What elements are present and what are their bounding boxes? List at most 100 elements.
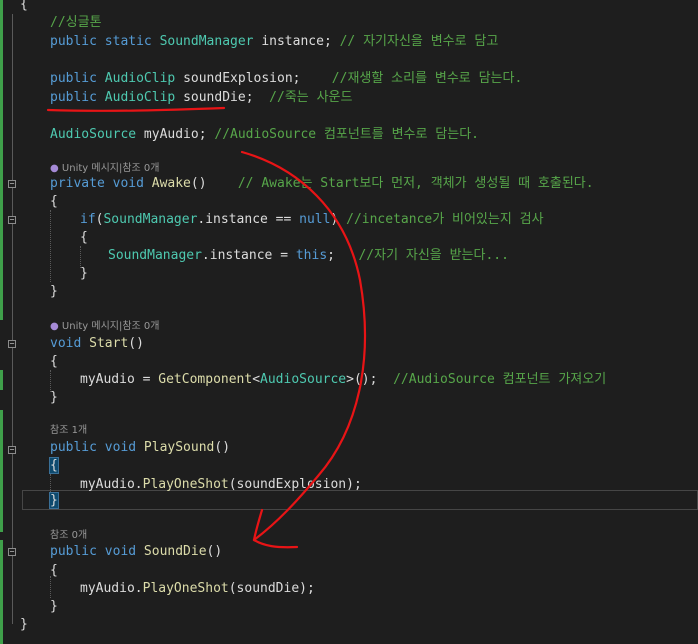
keyword: void xyxy=(50,336,90,351)
matched-brace: { xyxy=(49,457,59,474)
method-name: Start xyxy=(89,336,129,351)
codelens-references[interactable]: 참조 1개 xyxy=(50,424,87,438)
codelens-references[interactable]: ● Unity 메시지|참조 0개 xyxy=(50,320,160,334)
code-line[interactable]: { xyxy=(50,562,58,580)
codelens-text: Unity 메시지|참조 0개 xyxy=(61,321,160,332)
code-text: < xyxy=(252,372,261,387)
collapse-minus-icon[interactable]: − xyxy=(8,180,16,188)
annotation-arrowhead xyxy=(252,508,299,549)
code-line[interactable]: } xyxy=(50,598,58,616)
keyword: public void xyxy=(50,440,144,455)
code-line[interactable]: { xyxy=(49,457,59,475)
code-editor[interactable]: − − − − − { //싱글톤 public static SoundMan… xyxy=(0,0,698,644)
change-bar xyxy=(0,0,3,320)
type-name: SoundManager xyxy=(108,248,202,263)
code-text: ) xyxy=(330,212,347,227)
method-name: PlayOneShot xyxy=(142,581,229,596)
unity-dot-icon: ● xyxy=(50,163,59,174)
comment: //재생할 소리를 변수로 담는다. xyxy=(331,71,523,86)
code-line[interactable]: if(SoundManager.instance == null) //ince… xyxy=(80,211,544,229)
code-line[interactable]: } xyxy=(80,265,88,283)
annotation-underline xyxy=(46,106,226,112)
method-name: PlayOneShot xyxy=(142,477,229,492)
matched-brace: } xyxy=(49,492,59,509)
code-line[interactable]: myAudio.PlayOneShot(soundExplosion); xyxy=(80,476,362,494)
brace: { xyxy=(50,354,58,369)
codelens-references[interactable]: ● Unity 메시지|참조 0개 xyxy=(50,162,160,176)
collapse-minus-icon[interactable]: − xyxy=(8,446,16,454)
brace: { xyxy=(50,194,58,209)
brace: { xyxy=(20,0,28,12)
code-text: () xyxy=(206,544,223,559)
code-text: myAudio. xyxy=(80,581,143,596)
code-line[interactable]: } xyxy=(50,283,58,301)
change-bar xyxy=(0,370,3,390)
comment: //자기 자신을 받는다... xyxy=(358,248,509,263)
collapse-minus-icon[interactable]: − xyxy=(8,216,16,224)
code-text: () xyxy=(128,336,144,351)
brace: { xyxy=(80,230,88,245)
keyword: if xyxy=(80,212,96,227)
code-line[interactable]: public void PlaySound() xyxy=(50,439,230,457)
code-text: () xyxy=(190,176,238,191)
keyword: public xyxy=(50,90,105,105)
change-bar xyxy=(0,540,3,644)
comment: //incetance가 비어있는지 검사 xyxy=(346,212,544,227)
codelens-text: 참조 0개 xyxy=(50,530,88,541)
code-text: (soundDie); xyxy=(228,581,315,596)
brace: } xyxy=(50,284,58,299)
codelens-text: 참조 1개 xyxy=(50,425,88,436)
code-line[interactable]: SoundManager.instance = this; //자기 자신을 받… xyxy=(108,247,509,265)
keyword: public void xyxy=(50,544,144,559)
type-name: SoundManager xyxy=(159,34,254,49)
code-line[interactable]: AudioSource myAudio; //AudioSource 컴포넌트를… xyxy=(50,126,479,144)
code-line[interactable]: public static SoundManager instance; // … xyxy=(50,33,498,51)
indent-guide xyxy=(50,210,51,282)
method-name: GetComponent xyxy=(158,372,253,387)
code-line[interactable]: { xyxy=(50,353,58,371)
code-text: myAudio = xyxy=(80,372,159,387)
code-line[interactable]: void Start() xyxy=(50,335,144,353)
brace: } xyxy=(80,266,88,281)
code-line[interactable]: } xyxy=(20,616,28,634)
keyword: null xyxy=(299,212,331,227)
code-text: soundDie; xyxy=(175,90,270,105)
keyword: this xyxy=(295,248,328,263)
code-line[interactable]: public void SoundDie() xyxy=(50,543,222,561)
type-name: SoundManager xyxy=(103,212,198,227)
comment: //AudioSource 컴포넌트 가져오기 xyxy=(393,372,607,387)
code-line[interactable]: private void Awake() // Awake는 Start보다 먼… xyxy=(50,175,594,193)
code-line[interactable]: public AudioClip soundDie; //죽는 사운드 xyxy=(50,89,352,107)
code-line[interactable]: { xyxy=(50,193,58,211)
codelens-text: Unity 메시지|참조 0개 xyxy=(61,163,160,174)
code-line[interactable]: { xyxy=(20,0,28,14)
code-line[interactable]: } xyxy=(49,492,59,510)
code-text: myAudio. xyxy=(80,477,143,492)
keyword: public static xyxy=(50,34,160,49)
code-line[interactable]: myAudio = GetComponent<AudioSource>(); /… xyxy=(80,371,606,389)
codelens-references[interactable]: 참조 0개 xyxy=(50,529,87,543)
code-text: .instance = xyxy=(201,248,296,263)
type-name: AudioSource xyxy=(50,127,137,142)
method-name: Awake xyxy=(151,176,191,191)
code-text: () xyxy=(214,440,231,455)
code-text: .instance == xyxy=(197,212,300,227)
code-line[interactable]: } xyxy=(50,389,58,407)
brace: { xyxy=(50,563,58,578)
code-line[interactable]: public AudioClip soundExplosion; //재생할 소… xyxy=(50,70,522,88)
code-text: soundExplosion; xyxy=(175,71,332,86)
collapse-minus-icon[interactable]: − xyxy=(8,340,16,348)
code-text: (soundExplosion); xyxy=(228,477,362,492)
type-name: AudioClip xyxy=(104,90,176,105)
change-bar xyxy=(0,410,3,532)
code-line[interactable]: //싱글톤 xyxy=(50,14,102,32)
type-name: AudioClip xyxy=(104,71,176,86)
comment: // 자기자신을 변수로 담고 xyxy=(339,34,499,49)
keyword: private void xyxy=(50,176,152,191)
keyword: public xyxy=(50,71,105,86)
code-line[interactable]: { xyxy=(80,229,88,247)
comment: //죽는 사운드 xyxy=(269,90,353,105)
collapse-minus-icon[interactable]: − xyxy=(8,548,16,556)
comment: //AudioSource 컴포넌트를 변수로 담는다. xyxy=(214,127,479,142)
code-line[interactable]: myAudio.PlayOneShot(soundDie); xyxy=(80,580,315,598)
